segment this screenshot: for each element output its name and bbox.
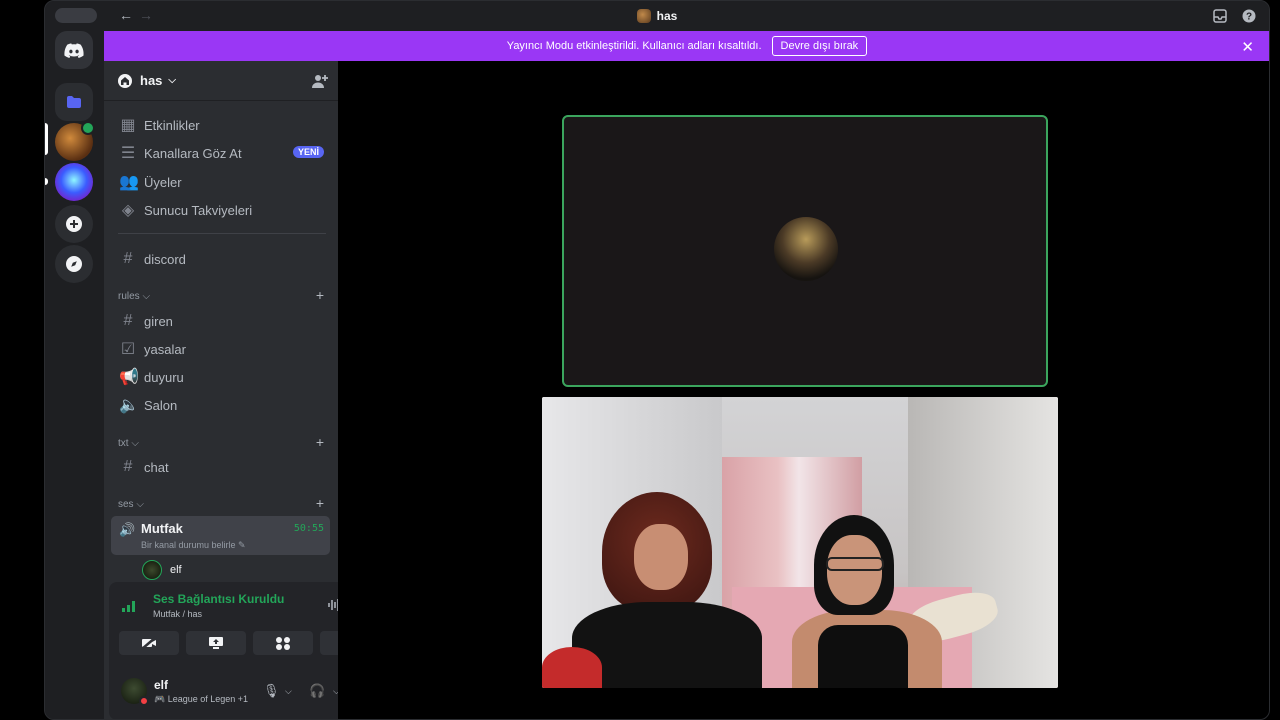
participant-video-stream[interactable] (542, 397, 1058, 688)
channel-duyuru[interactable]: 📢 duyuru (112, 364, 330, 390)
voice-user-elf[interactable]: elf (142, 560, 182, 580)
sidebar-item-browse-channels[interactable]: ☰ Kanallara Göz At YENİ (112, 140, 330, 166)
category-ses[interactable]: ses ⌵ (118, 499, 144, 510)
hash-icon: # (123, 250, 133, 267)
discord-home-button[interactable] (55, 31, 93, 69)
hash-icon: # (123, 458, 133, 475)
voice-call-area (338, 61, 1269, 719)
sidebar-item-label: Etkinlikler (144, 117, 200, 133)
screen-share-icon (209, 637, 223, 649)
server-icon-2[interactable] (55, 163, 93, 201)
avatar[interactable] (121, 678, 149, 706)
sidebar-item-events[interactable]: ▦ Etkinlikler (112, 112, 330, 138)
window-title: has (45, 9, 1269, 23)
channel-yasalar[interactable]: ☑ yasalar (112, 336, 330, 362)
category-rules[interactable]: rules ⌵ (118, 291, 150, 302)
server-name: has (140, 73, 163, 88)
members-icon: 👥 (119, 174, 139, 191)
avatar (142, 560, 162, 580)
server-header[interactable]: has ⌵ (104, 61, 338, 101)
discord-window: ← → has ? Yayıncı Modu etkinleştirildi. … (44, 0, 1270, 720)
server-icon-has[interactable] (55, 121, 95, 161)
voice-connected-title: Ses Bağlantısı Kuruldu (153, 592, 285, 606)
calendar-icon: ▦ (120, 117, 136, 134)
user-activity: 🎮 League of Legen +1 (154, 694, 249, 704)
sidebar-item-server-boosts[interactable]: ◈ Sunucu Takviyeleri (112, 197, 330, 223)
selected-server-indicator (45, 123, 48, 155)
close-icon[interactable]: ✕ (1241, 38, 1254, 56)
voice-connected-subtitle[interactable]: Mutfak / has (153, 609, 202, 619)
svg-text:?: ? (1246, 12, 1252, 23)
channel-chat[interactable]: # chat (112, 454, 330, 480)
channel-label: chat (144, 459, 169, 475)
add-server-button[interactable] (55, 205, 93, 243)
announcement-icon: 📢 (119, 369, 139, 386)
new-badge: YENİ (292, 146, 324, 158)
invite-people-icon[interactable] (312, 73, 328, 89)
streamer-mode-banner: Yayıncı Modu etkinleştirildi. Kullanıcı … (104, 31, 1269, 61)
banner-message: Yayıncı Modu etkinleştirildi. Kullanıcı … (506, 40, 762, 52)
compass-icon (66, 256, 82, 272)
channel-giren[interactable]: # giren (112, 308, 330, 334)
sidebar-item-label: Sunucu Takviyeleri (144, 202, 253, 218)
sidebar-item-label: Kanallara Göz At (144, 145, 242, 161)
screen-share-button[interactable] (186, 631, 246, 655)
help-icon[interactable]: ? (1242, 9, 1256, 23)
category-txt[interactable]: txt ⌵ (118, 438, 139, 449)
create-channel-plus-icon[interactable]: + (316, 434, 324, 450)
unread-indicator (45, 178, 48, 185)
divider (118, 233, 326, 234)
discover-button[interactable] (55, 245, 93, 283)
server-avatar-icon (636, 9, 651, 23)
title-bar: ← → has ? (45, 1, 1269, 31)
server-rail (45, 31, 104, 719)
disable-streamer-mode-button[interactable]: Devre dışı bırak (771, 36, 868, 56)
channel-label: duyuru (144, 369, 184, 385)
mic-options-chevron-icon[interactable]: ⌵ (285, 686, 292, 697)
hash-icon: # (123, 312, 133, 329)
user-name[interactable]: elf (154, 678, 168, 692)
channel-label: giren (144, 313, 173, 329)
speaker-icon: 🔊 (119, 522, 136, 537)
sidebar-item-label: Üyeler (144, 174, 182, 190)
voice-channel-name: Mutfak (141, 521, 183, 536)
voice-timer: 50:55 (293, 523, 324, 534)
participant-tile-speaking[interactable] (562, 115, 1048, 387)
plus-circle-icon (66, 216, 82, 232)
channel-label: discord (144, 251, 186, 267)
camera-button[interactable] (119, 631, 179, 655)
signal-icon[interactable] (121, 599, 137, 613)
set-channel-status[interactable]: Bir kanal durumu belirle ✎ (141, 540, 246, 551)
create-channel-plus-icon[interactable]: + (316, 495, 324, 511)
channel-label: Salon (144, 397, 178, 413)
microphone-icon[interactable]: 🎙 (263, 683, 280, 699)
camera-off-icon (141, 636, 157, 650)
browse-channels-icon: ☰ (120, 145, 136, 162)
inbox-icon[interactable] (1213, 9, 1227, 23)
voice-channel-mutfak[interactable]: 🔊 Mutfak 50:55 Bir kanal durumu belirle … (111, 516, 330, 555)
channel-discord[interactable]: # discord (112, 246, 330, 272)
speaker-icon: 🔈 (119, 397, 139, 414)
sidebar-item-members[interactable]: 👥 Üyeler (112, 169, 330, 195)
rules-icon: ☑ (120, 341, 136, 358)
boost-icon: ◈ (121, 202, 135, 219)
headphones-icon[interactable]: 🎧 (309, 683, 325, 699)
channel-label: yasalar (144, 341, 186, 357)
avatar (774, 217, 838, 281)
home-server-icon (118, 73, 132, 88)
dnd-status-icon (139, 696, 149, 706)
activities-icon (276, 637, 290, 650)
direct-messages-folder[interactable] (55, 83, 93, 121)
channel-salon[interactable]: 🔈 Salon (112, 392, 330, 418)
folder-icon (67, 96, 81, 108)
discord-logo-icon (64, 42, 84, 58)
voice-user-name: elf (170, 564, 182, 576)
activities-button[interactable] (253, 631, 313, 655)
voice-active-icon (81, 121, 95, 135)
channel-sidebar: has ⌵ ▦ Etkinlikler ☰ Kanallara Göz At Y… (104, 61, 392, 719)
chevron-down-icon: ⌵ (168, 75, 176, 86)
create-channel-plus-icon[interactable]: + (316, 287, 324, 303)
